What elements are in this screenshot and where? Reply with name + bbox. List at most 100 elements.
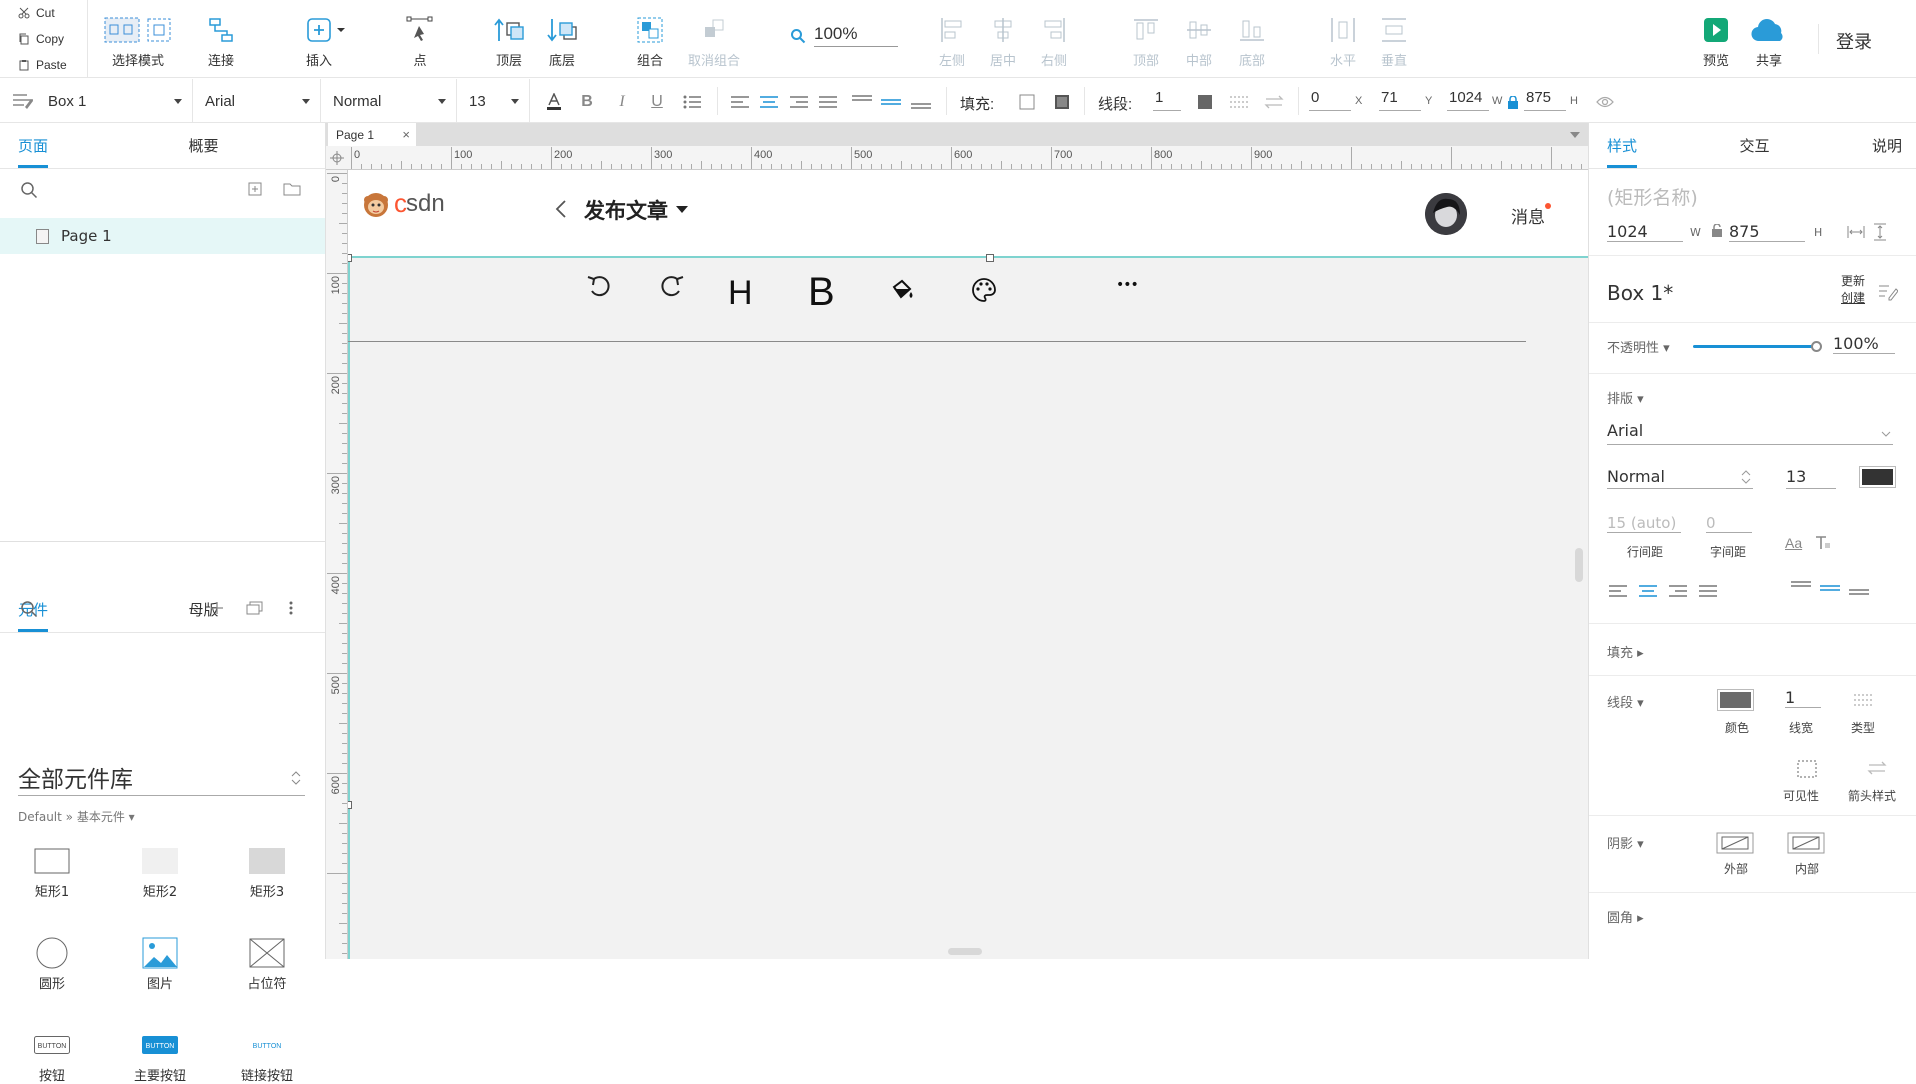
stroke-width-input[interactable]: 1	[1785, 688, 1821, 708]
search-icon[interactable]	[20, 181, 38, 199]
fill-section-label[interactable]: 填充 ▸	[1607, 642, 1644, 661]
lock-ratio-button[interactable]	[1506, 91, 1520, 113]
tab-notes[interactable]: 说明	[1804, 123, 1916, 168]
tab-masters[interactable]: 母版	[163, 587, 326, 632]
add-library-icon[interactable]	[210, 601, 224, 615]
align-bottom-button[interactable]: 底部	[1239, 14, 1265, 69]
fit-width-icon[interactable]	[1847, 225, 1865, 239]
resize-handle[interactable]	[986, 254, 994, 262]
preview-button[interactable]: 预览	[1703, 14, 1729, 69]
tab-interaction[interactable]: 交互	[1705, 123, 1803, 168]
page-tab[interactable]: Page 1 ×	[328, 123, 416, 146]
shape-selector[interactable]: Box 1	[0, 79, 193, 123]
design-canvas[interactable]: c sdn 发布文章 消息 H B •••	[348, 170, 1588, 959]
redo-icon[interactable]	[657, 272, 685, 300]
valign-top-button[interactable]	[851, 91, 873, 113]
arrow-style-button[interactable]	[1263, 91, 1285, 113]
inner-shadow-button[interactable]	[1787, 832, 1825, 854]
visibility-button[interactable]	[1797, 760, 1817, 778]
font-family-select[interactable]: Arial	[1607, 421, 1893, 445]
paint-bucket-icon[interactable]	[888, 277, 916, 305]
widget-rect1[interactable]: 矩形1	[17, 841, 87, 900]
tab-style[interactable]: 样式	[1589, 123, 1705, 168]
back-arrow-icon[interactable]	[555, 199, 567, 219]
widget-placeholder[interactable]: 占位符	[232, 933, 302, 992]
valign-top-button[interactable]	[1791, 581, 1811, 595]
italic-button[interactable]: I	[611, 91, 633, 113]
stroke-type-button[interactable]	[1854, 693, 1874, 707]
text-align-center-button[interactable]	[1639, 585, 1657, 597]
insert-button[interactable]: 插入	[306, 14, 346, 69]
canvas-scrollbar-vertical[interactable]	[1575, 548, 1583, 582]
stroke-type-button[interactable]	[1228, 91, 1250, 113]
zoom-value[interactable]: 100%	[814, 24, 898, 47]
close-icon[interactable]: ×	[402, 127, 410, 142]
align-center-button[interactable]: 居中	[990, 14, 1016, 69]
search-icon[interactable]	[20, 600, 38, 618]
cut-button[interactable]: Cut	[0, 0, 87, 26]
fill-gradient-button[interactable]	[1051, 91, 1073, 113]
point-button[interactable]: 点	[406, 14, 434, 69]
font-color-button[interactable]	[543, 91, 565, 113]
widget-primary-button[interactable]: BUTTON 主要按钮	[125, 1025, 195, 1084]
send-to-back-button[interactable]: 底层	[547, 14, 577, 69]
fill-color-button[interactable]	[1016, 91, 1038, 113]
tab-outline[interactable]: 概要	[163, 123, 326, 168]
widget-circle[interactable]: 圆形	[17, 933, 87, 992]
text-justify-button[interactable]	[1699, 585, 1717, 597]
align-top-button[interactable]: 顶部	[1133, 14, 1159, 69]
tab-pages[interactable]: 页面	[0, 123, 163, 168]
widget-link-button[interactable]: BUTTON 链接按钮	[232, 1025, 302, 1084]
stroke-color-picker[interactable]	[1717, 689, 1754, 711]
library-breadcrumb[interactable]: Default » 基本元件 ▾	[18, 808, 135, 825]
font-weight-select[interactable]: Normal	[321, 79, 457, 123]
select-mode-button[interactable]: 选择模式	[104, 14, 172, 69]
page-item[interactable]: Page 1	[0, 218, 325, 254]
font-color-picker[interactable]	[1859, 466, 1896, 488]
x-input[interactable]: 0	[1309, 89, 1351, 111]
distribute-horizontal-button[interactable]: 水平	[1330, 14, 1356, 69]
height-input[interactable]: 875	[1729, 222, 1805, 242]
resize-handle[interactable]	[348, 254, 352, 262]
widget-rect2[interactable]: 矩形2	[125, 841, 195, 900]
stroke-color-button[interactable]	[1194, 91, 1216, 113]
valign-bottom-button[interactable]	[1849, 581, 1869, 595]
valign-middle-button[interactable]	[880, 91, 902, 113]
opacity-slider[interactable]	[1693, 345, 1815, 348]
heading-button[interactable]: H	[728, 274, 753, 313]
canvas-scrollbar-horizontal[interactable]	[948, 948, 982, 955]
shape-name-input[interactable]: (矩形名称)	[1607, 183, 1698, 210]
font-family-select[interactable]: Arial	[193, 79, 321, 123]
width-input[interactable]: 1024	[1607, 222, 1683, 242]
messages-link[interactable]: 消息	[1511, 203, 1551, 228]
width-input[interactable]: 1024	[1447, 89, 1489, 111]
y-input[interactable]: 71	[1379, 89, 1421, 111]
avatar[interactable]	[1425, 193, 1467, 235]
visibility-toggle[interactable]	[1594, 91, 1616, 113]
more-tools-button[interactable]: •••	[1116, 277, 1139, 293]
more-options-icon[interactable]	[289, 601, 293, 615]
valign-bottom-button[interactable]	[910, 91, 932, 113]
fit-height-icon[interactable]	[1873, 223, 1887, 241]
share-button[interactable]: 共享	[1750, 14, 1788, 69]
align-left-button[interactable]: 左侧	[939, 14, 965, 69]
bullet-list-button[interactable]	[681, 91, 703, 113]
lock-ratio-button[interactable]	[1712, 224, 1722, 237]
library-select[interactable]: 全部元件库	[18, 760, 305, 796]
text-format-icon[interactable]	[1815, 535, 1831, 551]
login-button[interactable]: 登录	[1836, 28, 1872, 54]
undo-icon[interactable]	[586, 272, 614, 300]
align-right-button[interactable]: 右侧	[1041, 14, 1067, 69]
align-middle-button[interactable]: 中部	[1186, 14, 1212, 69]
font-weight-select[interactable]: Normal	[1607, 467, 1753, 489]
bring-to-front-button[interactable]: 顶层	[494, 14, 524, 69]
outer-shadow-button[interactable]	[1716, 832, 1754, 854]
resize-handle[interactable]	[348, 801, 352, 809]
ungroup-button[interactable]: 取消组合	[688, 14, 740, 69]
text-align-right-button[interactable]	[788, 91, 810, 113]
chevron-down-icon[interactable]	[1570, 132, 1580, 140]
article-menu[interactable]: 发布文章	[584, 195, 688, 225]
update-create-button[interactable]: 更新 创建	[1841, 273, 1865, 307]
group-button[interactable]: 组合	[637, 14, 663, 69]
line-height-input[interactable]: 15 (auto)	[1607, 514, 1681, 533]
